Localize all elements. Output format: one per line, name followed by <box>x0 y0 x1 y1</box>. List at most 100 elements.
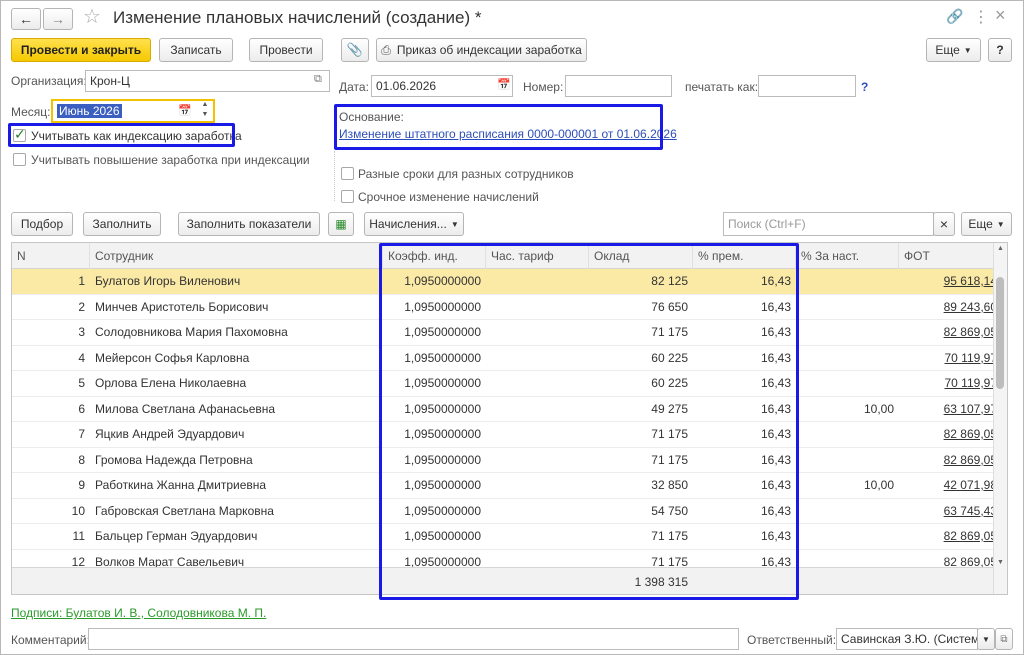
cell-name: Габровская Светлана Марковна <box>95 503 274 518</box>
cell-fot[interactable]: 82 869,05 <box>899 524 1002 549</box>
indexation-order-button[interactable]: ⎙ Приказ об индексации заработка <box>376 38 587 62</box>
cell-fot[interactable]: 82 869,05 <box>899 320 1002 345</box>
link-icon[interactable]: 🔗 <box>946 8 963 25</box>
calendar-icon[interactable]: 📅 <box>178 104 192 117</box>
responsible-field[interactable]: Савинская З.Ю. (Системн <box>836 628 978 650</box>
month-stepper-icon[interactable]: ▲ ▼ <box>199 100 211 120</box>
cell-tenure <box>796 448 899 473</box>
col-tenure[interactable]: % За наст. <box>796 243 899 269</box>
org-label: Организация: <box>11 74 87 88</box>
more-label: Еще <box>935 43 960 57</box>
responsible-dropdown-button[interactable]: ▼ <box>977 628 995 650</box>
favorite-star-icon[interactable]: ☆ <box>83 4 101 29</box>
highlight-index-checkbox <box>8 123 235 147</box>
cell-n: 4 <box>78 350 85 365</box>
highlight-table-columns <box>379 243 799 600</box>
help-button[interactable]: ? <box>988 38 1012 62</box>
org-field[interactable]: Крон-Ц <box>85 70 330 92</box>
indexation-order-label: Приказ об индексации заработка <box>396 43 582 57</box>
cell-name: Минчев Аристотель Борисович <box>95 299 269 314</box>
col-employee[interactable]: Сотрудник <box>90 243 383 269</box>
cell-fot[interactable]: 95 618,14 <box>899 269 1002 294</box>
cell-fot[interactable]: 70 119,97 <box>899 371 1002 396</box>
post-button[interactable]: Провести <box>249 38 323 62</box>
cell-fot[interactable]: 42 071,98 <box>899 473 1002 498</box>
open-icon[interactable]: ⧉ <box>314 73 322 86</box>
comment-field[interactable] <box>88 628 739 650</box>
col-n[interactable]: N <box>12 243 90 269</box>
chevron-down-icon: ▼ <box>450 219 459 229</box>
cell-tenure <box>796 422 899 447</box>
highlight-basis <box>334 104 663 150</box>
select-button[interactable]: Подбор <box>11 212 73 236</box>
cell-name: Громова Надежда Петровна <box>95 452 253 467</box>
comment-label: Комментарий: <box>11 633 90 647</box>
accruals-button[interactable]: Начисления... ▼ <box>364 212 464 236</box>
date-field[interactable]: 01.06.2026 <box>371 75 513 97</box>
search-input[interactable]: Поиск (Ctrl+F) <box>723 212 934 236</box>
fill-indicators-button[interactable]: Заполнить показатели <box>178 212 320 236</box>
cell-name: Бальцер Герман Эдуардович <box>95 529 258 543</box>
arrow-left-icon: ← <box>19 11 33 27</box>
scroll-up-icon[interactable]: ▲ <box>997 245 1004 252</box>
printer-icon: ⎙ <box>381 42 391 57</box>
cell-tenure <box>796 524 899 549</box>
cell-tenure <box>796 320 899 345</box>
cell-n: 2 <box>78 299 85 314</box>
urgent-checkbox[interactable] <box>341 190 354 203</box>
scroll-thumb[interactable] <box>996 277 1004 389</box>
table-plus-icon: ▦ <box>335 217 347 231</box>
close-icon[interactable]: × <box>995 5 1006 26</box>
write-button[interactable]: Записать <box>159 38 233 62</box>
col-fot[interactable]: ФОТ <box>899 243 1002 269</box>
cell-name: Орлова Елена Николаевна <box>95 376 247 390</box>
table-settings-button[interactable]: ▦ <box>328 212 354 236</box>
raise-checkbox[interactable] <box>13 153 26 166</box>
raise-checkbox-label: Учитывать повышение заработка при индекс… <box>31 153 310 167</box>
signatures-link[interactable]: Подписи: Булатов И. В., Солодовникова М.… <box>11 606 266 620</box>
responsible-label: Ответственный: <box>747 633 837 647</box>
responsible-open-button[interactable]: ⧉ <box>995 628 1013 650</box>
window-title: Изменение плановых начислений (создание)… <box>113 8 482 27</box>
more-button[interactable]: Еще ▼ <box>926 38 981 62</box>
attach-button[interactable]: 📎 <box>341 38 369 62</box>
cell-tenure <box>796 346 899 371</box>
cell-n: 1 <box>78 274 85 288</box>
scroll-down-icon[interactable]: ▼ <box>997 559 1004 566</box>
cell-tenure <box>796 295 899 320</box>
vertical-scrollbar[interactable]: ▲ ▼ <box>993 243 1007 594</box>
cell-n: 6 <box>78 401 85 416</box>
cell-fot[interactable]: 70 119,97 <box>899 346 1002 371</box>
print-as-field[interactable] <box>758 75 856 97</box>
cell-tenure: 10,00 <box>863 478 894 492</box>
cell-fot[interactable]: 63 745,43 <box>899 499 1002 524</box>
cell-name: Милова Светлана Афанасьевна <box>95 401 276 416</box>
back-button[interactable]: ← <box>11 8 41 30</box>
chevron-down-icon: ▼ <box>963 45 972 55</box>
cell-tenure: 10,00 <box>863 401 894 416</box>
month-value: Июнь 2026 <box>57 104 122 118</box>
print-as-help[interactable]: ? <box>861 80 868 94</box>
responsible-value: Савинская З.Ю. (Системн <box>841 632 978 646</box>
table-more-button[interactable]: Еще ▼ <box>961 212 1012 236</box>
document-window: ← → ☆ Изменение плановых начислений (соз… <box>0 0 1024 655</box>
forward-button[interactable]: → <box>43 8 73 30</box>
post-and-close-button[interactable]: Провести и закрыть <box>11 38 151 62</box>
diff-terms-label: Разные сроки для разных сотрудников <box>358 167 574 181</box>
calendar-icon[interactable]: 📅 <box>497 78 511 91</box>
open-icon: ⧉ <box>1000 633 1008 645</box>
fill-button[interactable]: Заполнить <box>83 212 161 236</box>
cell-fot[interactable]: 82 869,05 <box>899 448 1002 473</box>
cell-n: 10 <box>71 503 85 518</box>
cell-name: Булатов Игорь Виленович <box>95 274 241 288</box>
cell-fot[interactable]: 82 869,05 <box>899 422 1002 447</box>
cell-n: 9 <box>78 478 85 492</box>
cell-tenure <box>796 269 899 294</box>
search-clear-button[interactable]: × <box>933 212 955 236</box>
menu-dots-icon[interactable]: ⋮ <box>973 7 989 27</box>
diff-terms-checkbox[interactable] <box>341 167 354 180</box>
cell-fot[interactable]: 63 107,97 <box>899 397 1002 422</box>
cell-fot[interactable]: 89 243,60 <box>899 295 1002 320</box>
month-label: Месяц: <box>11 105 51 119</box>
number-field[interactable] <box>565 75 672 97</box>
